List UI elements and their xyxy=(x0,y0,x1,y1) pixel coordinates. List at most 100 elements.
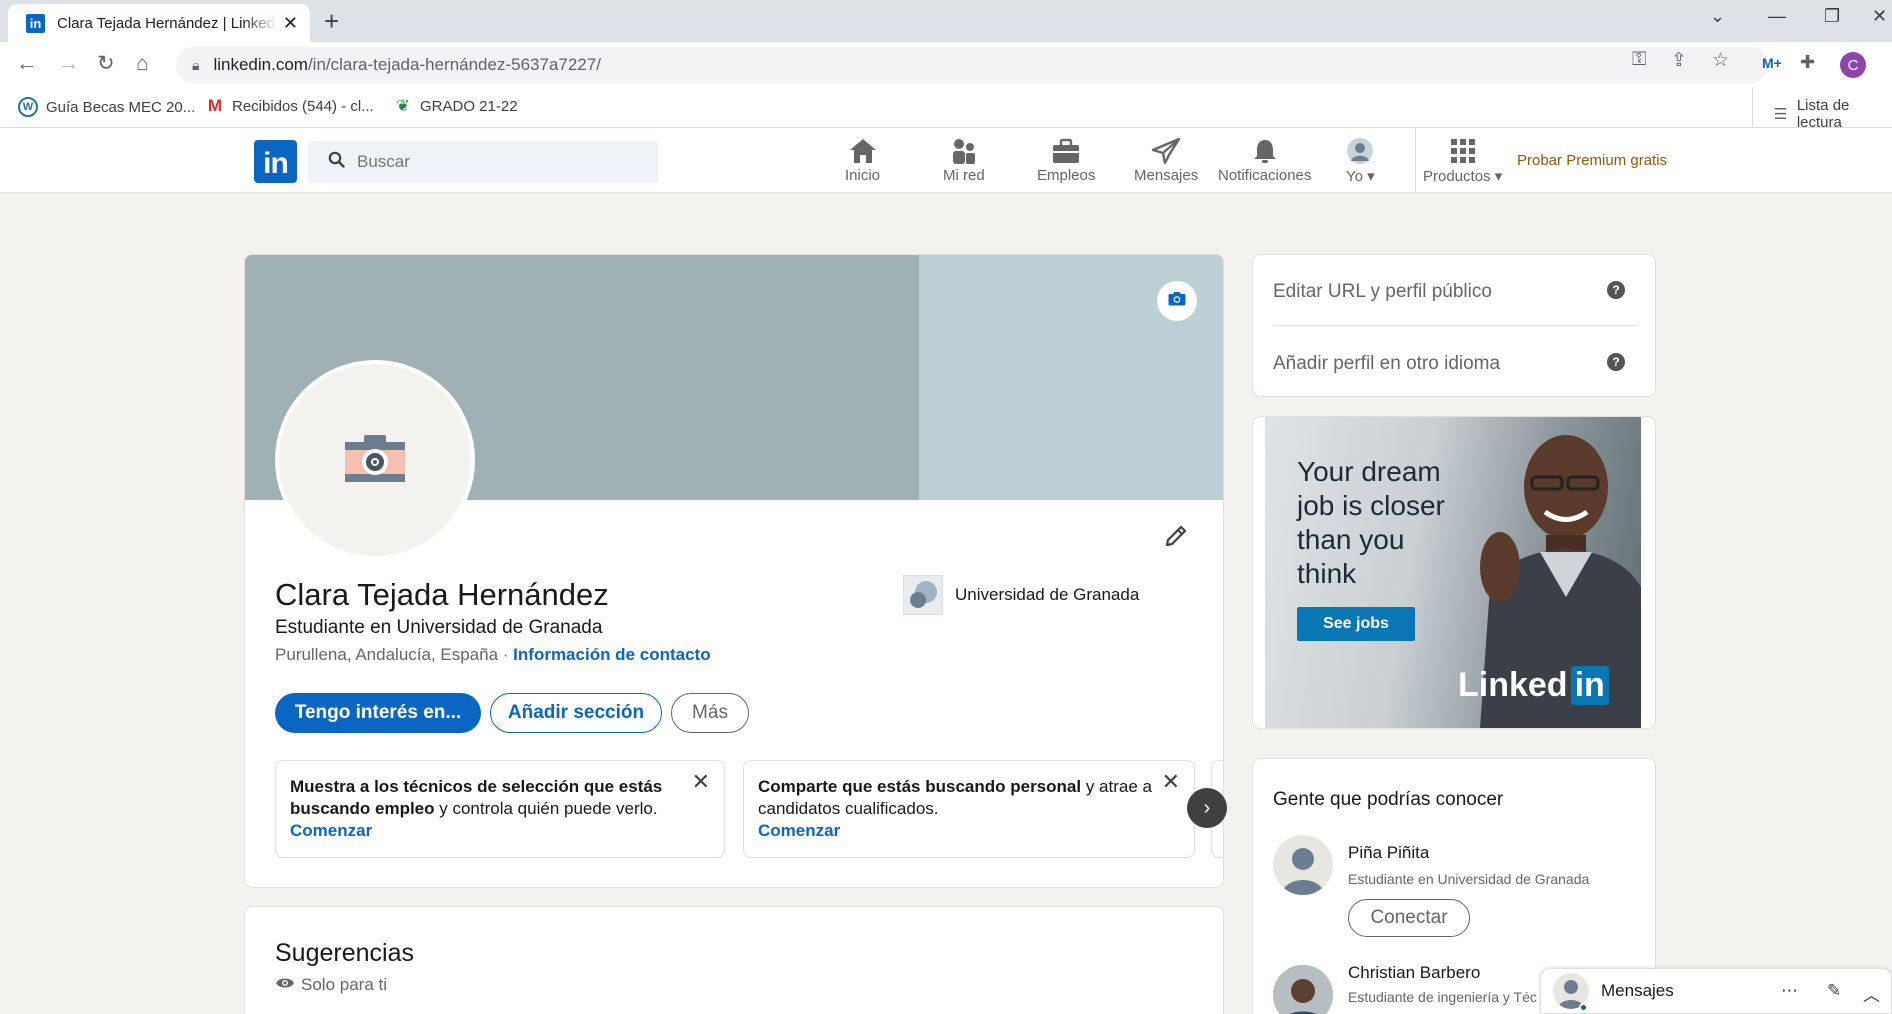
reading-list[interactable]: ☰ Lista de lectura xyxy=(1772,97,1892,131)
nav-divider xyxy=(1415,128,1416,193)
carousel-next-arrow-icon[interactable]: › xyxy=(1187,788,1227,828)
address-bar[interactable]: 🔒︎ linkedin.com/in/clara-tejada-hernánde… xyxy=(176,47,1768,83)
bookmark-star-icon[interactable]: ☆ xyxy=(1712,49,1729,72)
browser-tab[interactable]: in Clara Tejada Hernández | LinkedIn ✕ xyxy=(8,4,310,42)
tab-title: Clara Tejada Hernández | LinkedIn xyxy=(57,14,277,32)
messaging-title: Mensajes xyxy=(1601,981,1674,1000)
bookmark-label: Recibidos (544) - cl... xyxy=(232,97,374,115)
nav-label: Yo xyxy=(1346,168,1363,185)
profile-photo-placeholder[interactable] xyxy=(275,360,475,560)
close-window-icon[interactable]: ✕ xyxy=(1872,6,1887,27)
nav-notifications[interactable]: Notificaciones xyxy=(1218,135,1311,184)
chevron-up-icon[interactable]: ︿ xyxy=(1863,981,1880,1006)
browser-profile-avatar[interactable]: C xyxy=(1840,52,1866,78)
tab-search-icon[interactable]: ⌄ xyxy=(1710,6,1725,27)
profile-settings-card: Editar URL y perfil público ? Añadir per… xyxy=(1252,254,1656,397)
edit-intro-pencil-icon[interactable] xyxy=(1163,523,1189,554)
extensions-puzzle-icon[interactable]: ✚ xyxy=(1800,52,1815,73)
dismiss-close-icon[interactable]: ✕ xyxy=(1162,771,1180,793)
messaging-icon xyxy=(1151,135,1181,167)
compose-icon[interactable]: ✎ xyxy=(1827,981,1841,1001)
nav-jobs[interactable]: Empleos xyxy=(1037,135,1095,184)
card-bold-text: Comparte que estás buscando personal xyxy=(758,777,1082,796)
open-to-work-card: Muestra a los técnicos de selección que … xyxy=(275,760,725,858)
more-options-icon[interactable]: ⋯ xyxy=(1781,981,1798,1001)
see-jobs-button[interactable]: See jobs xyxy=(1297,607,1415,641)
reload-icon[interactable]: ↻ xyxy=(97,51,115,77)
bookmark-item[interactable]: ❦ GRADO 21-22 xyxy=(394,97,518,116)
linkedin-ad-logo: Linked in xyxy=(1458,666,1609,705)
back-icon[interactable]: ← xyxy=(16,51,37,77)
lock-icon: 🔒︎ xyxy=(192,56,200,73)
ad-brand-in: in xyxy=(1570,666,1609,705)
start-link[interactable]: Comenzar xyxy=(290,820,710,842)
bookmarks-bar: W Guía Becas MEC 20... M Recibidos (544)… xyxy=(0,87,1892,131)
profile-location: Purullena, Andalucía, España xyxy=(275,645,499,664)
nav-home[interactable]: Inicio xyxy=(845,135,880,184)
bookmark-item[interactable]: M Recibidos (544) - cl... xyxy=(206,96,374,115)
nav-label: Productos xyxy=(1423,168,1491,185)
gmail-icon: M xyxy=(207,96,223,115)
add-language-profile-link[interactable]: Añadir perfil en otro idioma xyxy=(1273,353,1500,375)
pymk-title: Gente que podrías conocer xyxy=(1273,789,1504,810)
person-avatar[interactable] xyxy=(1273,835,1333,895)
add-section-button[interactable]: Añadir sección xyxy=(490,693,662,733)
eye-icon xyxy=(275,975,295,995)
search-box[interactable] xyxy=(308,141,658,183)
url-domain: linkedin.com xyxy=(213,55,308,74)
tab-close-icon[interactable]: ✕ xyxy=(283,13,298,34)
open-to-button[interactable]: Tengo interés en... xyxy=(275,693,481,733)
avatar-icon xyxy=(1346,135,1374,167)
nav-label: Inicio xyxy=(845,167,881,184)
person-name[interactable]: Christian Barbero xyxy=(1348,963,1480,983)
contact-info-link[interactable]: Información de contacto xyxy=(513,645,710,664)
home-icon xyxy=(848,135,878,167)
share-icon[interactable]: ⇪ xyxy=(1671,49,1687,72)
nav-label: Empleos xyxy=(1037,167,1096,184)
connect-button[interactable]: Conectar xyxy=(1348,899,1470,937)
location-separator: · xyxy=(498,645,514,664)
grid-icon xyxy=(1450,135,1476,167)
nav-me[interactable]: Yo ▾ xyxy=(1346,135,1375,185)
online-status-dot xyxy=(1579,1003,1588,1012)
new-tab-icon[interactable]: + xyxy=(324,8,339,34)
ad-brand: Linked xyxy=(1458,666,1568,704)
nav-products[interactable]: Productos ▾ xyxy=(1423,135,1502,185)
person-headline: Estudiante en Universidad de Granada xyxy=(1348,871,1590,887)
person-avatar[interactable] xyxy=(1273,965,1333,1014)
linkedin-jobs-ad[interactable]: Your dream job is closer than you think … xyxy=(1265,417,1641,728)
forward-icon[interactable]: → xyxy=(58,51,79,77)
bookmark-label: GRADO 21-22 xyxy=(420,97,518,115)
restore-icon[interactable]: ❐ xyxy=(1824,6,1840,27)
url-path: /in/clara-tejada-hernández-5637a7227/ xyxy=(307,55,601,74)
key-icon[interactable]: ⚿ xyxy=(1632,49,1646,71)
wordpress-icon: W xyxy=(18,97,38,117)
nav-label: Mensajes xyxy=(1134,167,1199,184)
url-text: linkedin.com/in/clara-tejada-hernández-5… xyxy=(213,55,600,75)
bookmark-label: Guía Becas MEC 20... xyxy=(46,98,196,116)
reading-list-icon: ☰ xyxy=(1773,106,1788,123)
ad-line: than you xyxy=(1297,524,1405,555)
nav-network[interactable]: Mi red xyxy=(943,135,985,184)
education-entry[interactable]: Universidad de Granada xyxy=(903,575,1139,615)
messaging-overlay[interactable]: Mensajes ⋯ ✎ ︿ xyxy=(1540,968,1892,1014)
premium-link[interactable]: Probar Premium gratis xyxy=(1517,152,1667,169)
hiring-card: Comparte que estás buscando personal y a… xyxy=(743,760,1195,858)
minimize-icon[interactable]: — xyxy=(1768,6,1786,27)
linkedin-logo[interactable]: in xyxy=(254,140,297,183)
edit-url-link[interactable]: Editar URL y perfil público xyxy=(1273,281,1492,303)
add-photo-camera-icon xyxy=(344,433,406,488)
help-question-icon[interactable]: ? xyxy=(1607,281,1625,299)
dismiss-close-icon[interactable]: ✕ xyxy=(692,771,710,793)
start-link[interactable]: Comenzar xyxy=(758,820,1180,842)
person-name[interactable]: Piña Piñita xyxy=(1348,843,1429,863)
more-button[interactable]: Más xyxy=(671,693,749,733)
help-question-icon[interactable]: ? xyxy=(1607,353,1625,371)
home-browser-icon[interactable]: ⌂ xyxy=(136,51,149,77)
extension-m-icon[interactable]: M+ xyxy=(1762,55,1782,71)
edit-banner-button[interactable] xyxy=(1157,281,1197,321)
bookmark-item[interactable]: W Guía Becas MEC 20... xyxy=(18,97,195,117)
nav-me-label: Yo ▾ xyxy=(1346,168,1375,185)
search-input[interactable] xyxy=(357,152,637,172)
nav-messaging[interactable]: Mensajes xyxy=(1134,135,1198,184)
